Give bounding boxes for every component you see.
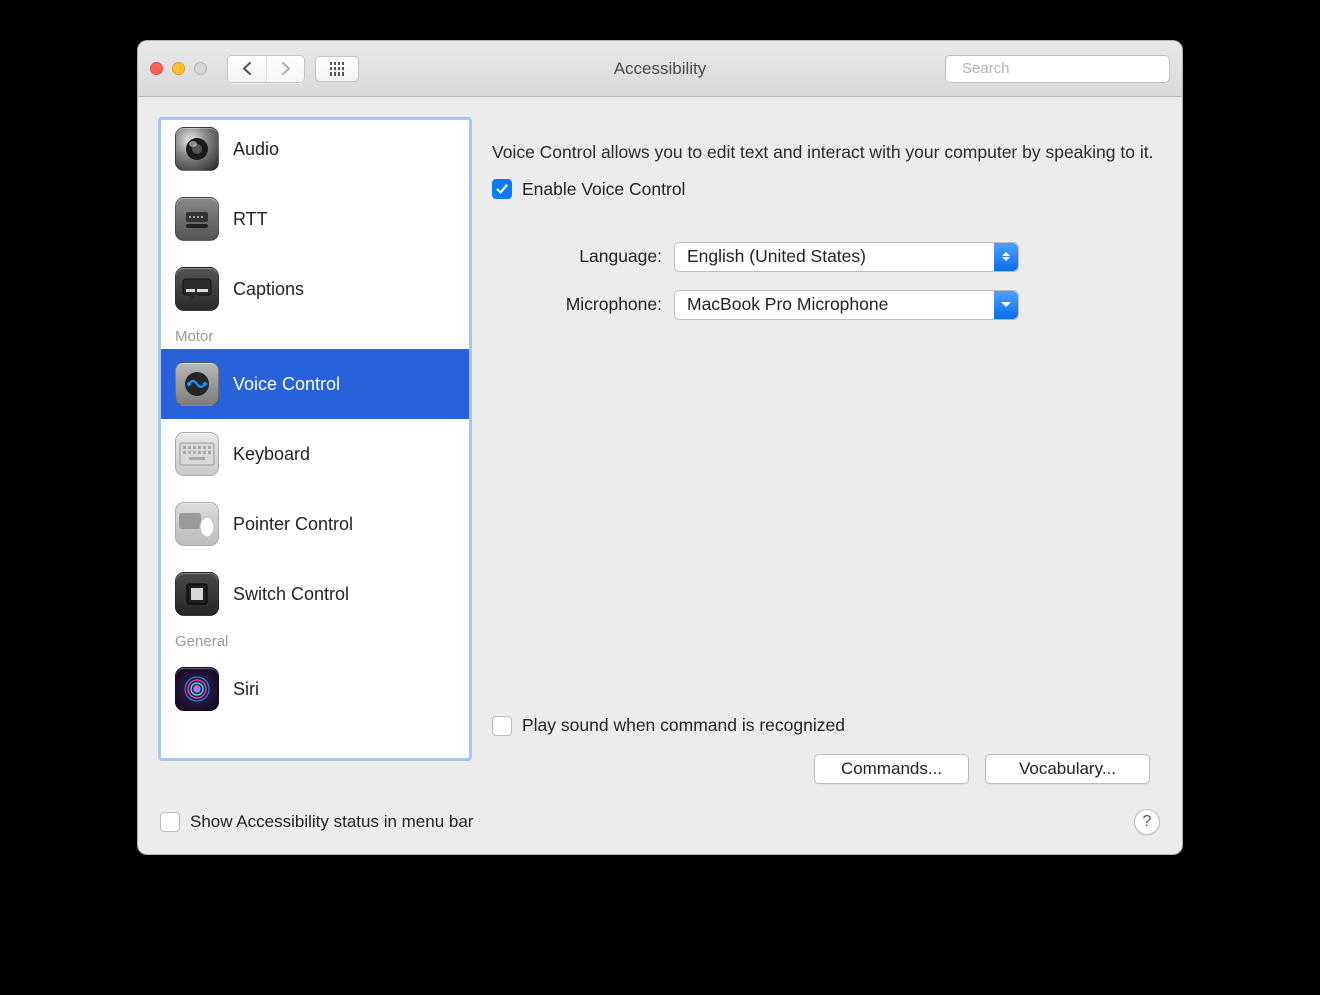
sidebar[interactable]: Audio RTT Captions Motor [160,119,470,759]
sidebar-item-label: Switch Control [233,584,349,605]
chevron-down-icon [994,291,1018,319]
language-label: Language: [492,246,662,267]
back-button[interactable] [228,56,266,82]
window-controls [150,62,207,75]
body: Audio RTT Captions Motor [138,97,1182,798]
enable-voice-control-label: Enable Voice Control [522,179,685,200]
sidebar-item-voice-control[interactable]: Voice Control [161,349,469,419]
sidebar-item-label: Siri [233,679,259,700]
chevron-right-icon [280,62,291,75]
sidebar-heading-motor: Motor [161,324,469,349]
keyboard-icon [175,432,219,476]
description-text: Voice Control allows you to edit text an… [492,141,1160,165]
language-value: English (United States) [687,246,866,267]
question-mark-icon: ? [1143,813,1152,831]
sidebar-item-label: Pointer Control [233,514,353,535]
enable-voice-control-checkbox[interactable] [492,179,512,199]
sidebar-item-label: Voice Control [233,374,340,395]
vocabulary-button[interactable]: Vocabulary... [985,754,1150,784]
voice-control-icon [175,362,219,406]
form-rows: Language: English (United States) Microp… [492,242,1160,320]
sidebar-heading-general: General [161,629,469,654]
sidebar-item-switch-control[interactable]: Switch Control [161,559,469,629]
sidebar-item-rtt[interactable]: RTT [161,184,469,254]
updown-arrows-icon [994,243,1018,271]
chevron-left-icon [242,62,253,75]
siri-icon [175,667,219,711]
zoom-window-button [194,62,207,75]
microphone-row: Microphone: MacBook Pro Microphone [492,290,1160,320]
sidebar-item-audio[interactable]: Audio [161,119,469,184]
search-field[interactable] [945,55,1170,83]
sidebar-item-pointer-control[interactable]: Pointer Control [161,489,469,559]
show-status-checkbox[interactable] [160,812,180,832]
system-preferences-window: Accessibility Audio RTT [137,40,1183,855]
play-sound-row: Play sound when command is recognized [492,701,845,736]
audio-icon [175,127,219,171]
sidebar-item-siri[interactable]: Siri [161,654,469,724]
sidebar-item-keyboard[interactable]: Keyboard [161,419,469,489]
switch-control-icon [175,572,219,616]
sidebar-item-label: Captions [233,279,304,300]
toolbar: Accessibility [138,41,1182,97]
bottom-buttons: Commands... Vocabulary... [814,754,1150,784]
vocabulary-button-label: Vocabulary... [1019,759,1116,779]
commands-button[interactable]: Commands... [814,754,969,784]
window-title: Accessibility [614,59,707,79]
microphone-value: MacBook Pro Microphone [687,294,888,315]
grid-icon [330,62,344,76]
enable-voice-control-row: Enable Voice Control [492,179,1160,200]
rtt-icon [175,197,219,241]
language-popup[interactable]: English (United States) [674,242,1019,272]
sidebar-item-captions[interactable]: Captions [161,254,469,324]
sidebar-item-label: RTT [233,209,268,230]
nav-segment [227,55,305,83]
footer: Show Accessibility status in menu bar ? [138,798,1182,854]
microphone-label: Microphone: [492,294,662,315]
sidebar-item-label: Keyboard [233,444,310,465]
content-pane: Voice Control allows you to edit text an… [492,119,1160,798]
language-row: Language: English (United States) [492,242,1160,272]
captions-icon [175,267,219,311]
close-window-button[interactable] [150,62,163,75]
show-status-label: Show Accessibility status in menu bar [190,812,473,832]
pointer-control-icon [175,502,219,546]
forward-button [266,56,304,82]
minimize-window-button[interactable] [172,62,185,75]
help-button[interactable]: ? [1134,809,1160,835]
check-icon [495,182,509,196]
commands-button-label: Commands... [841,759,942,779]
show-all-button[interactable] [315,56,359,82]
play-sound-checkbox[interactable] [492,716,512,736]
microphone-popup[interactable]: MacBook Pro Microphone [674,290,1019,320]
search-input[interactable] [960,59,1163,78]
play-sound-label: Play sound when command is recognized [522,715,845,736]
sidebar-item-label: Audio [233,139,279,160]
